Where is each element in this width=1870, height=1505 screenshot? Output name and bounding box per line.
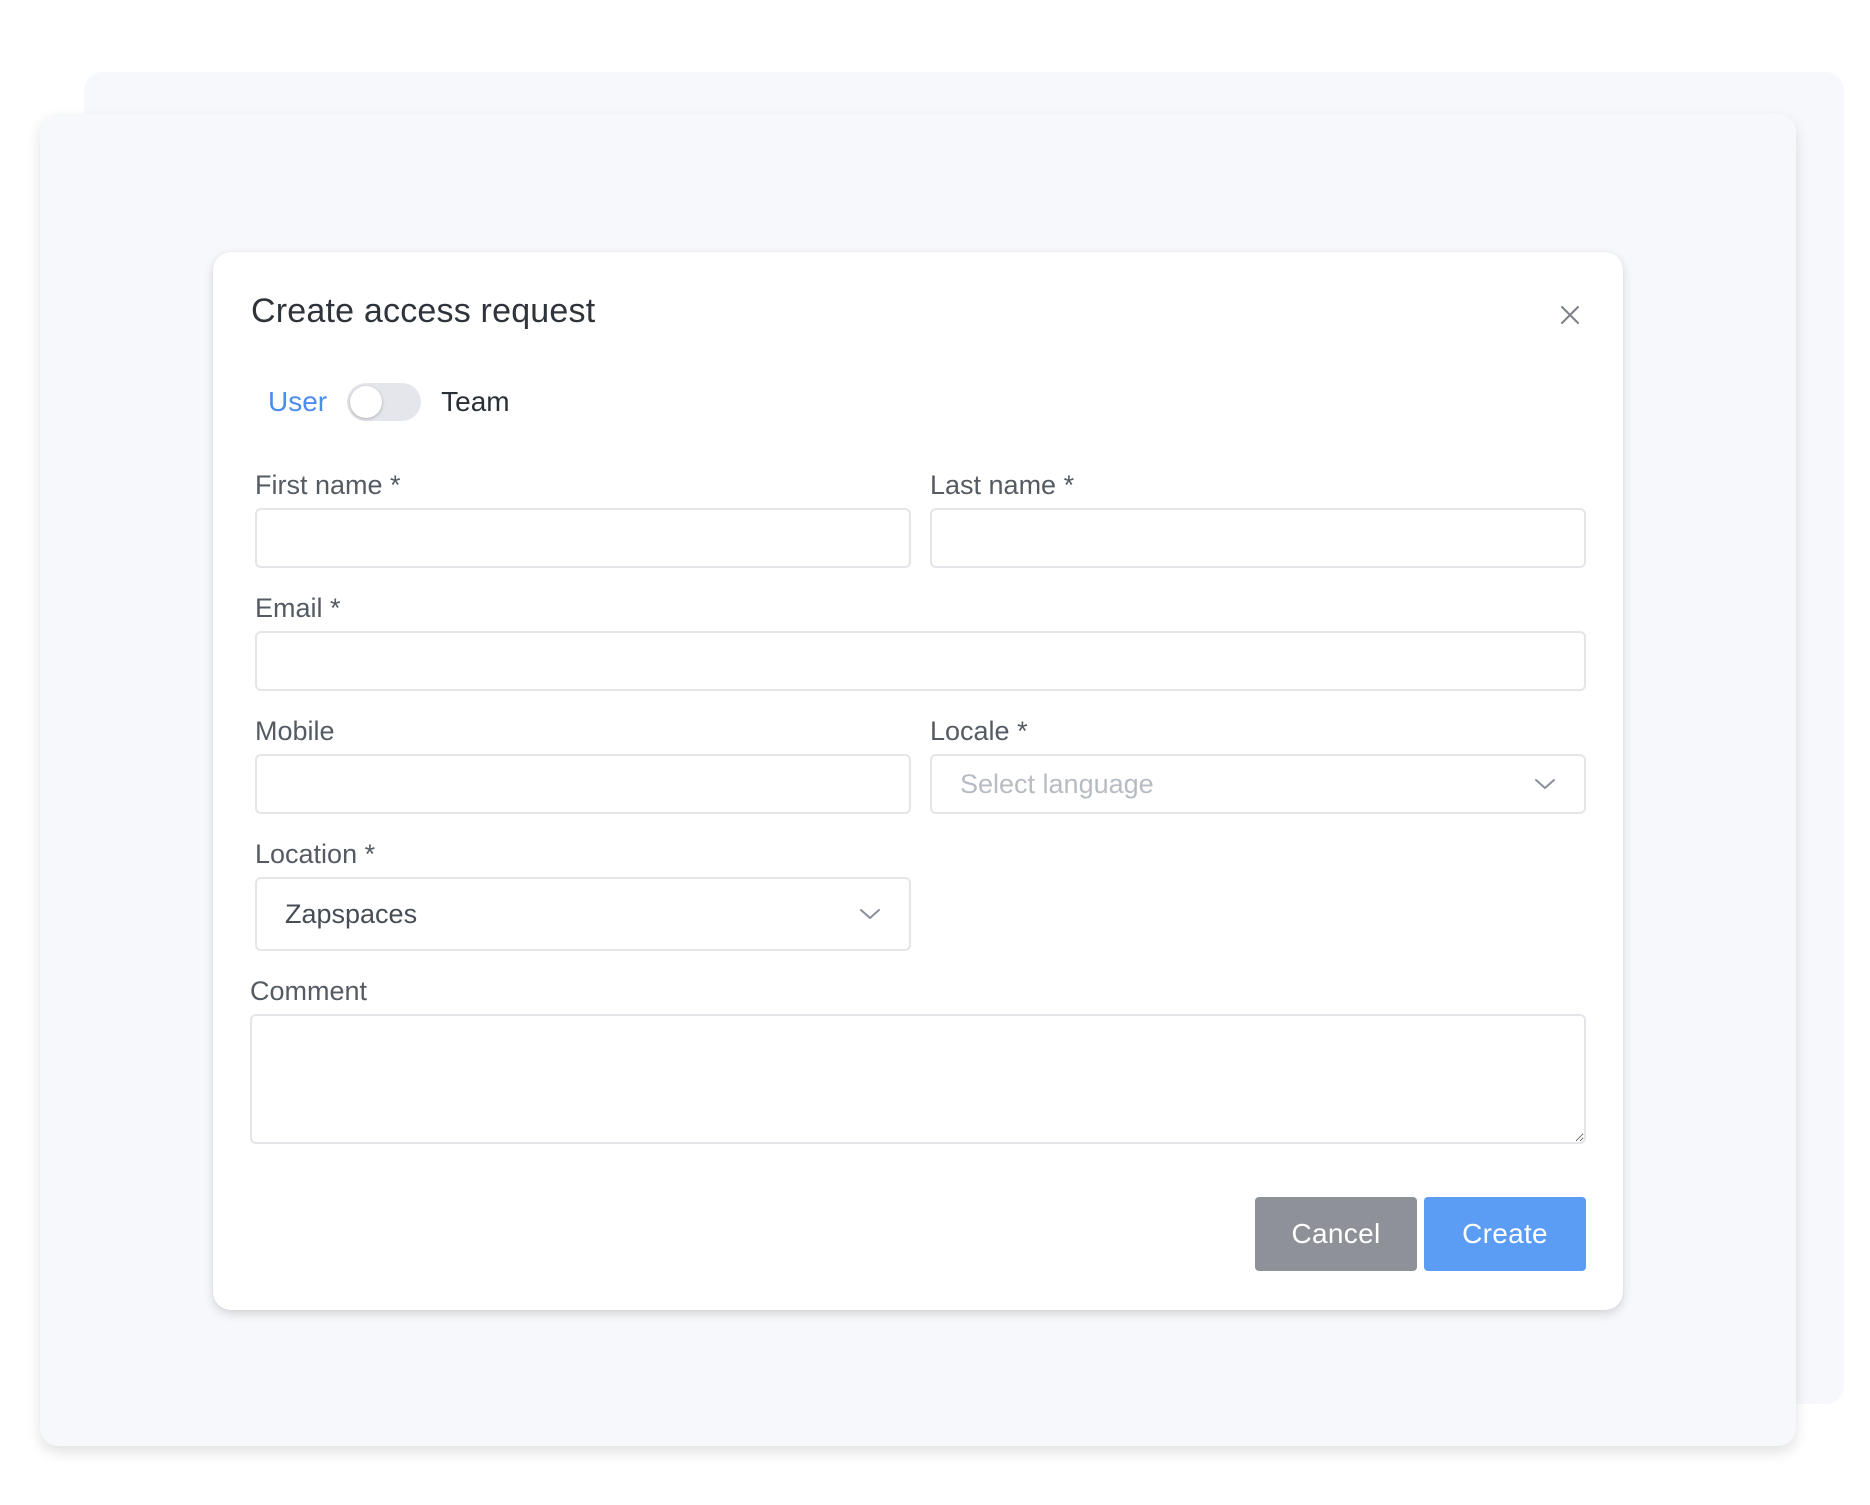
location-select[interactable]: Zapspaces [255, 877, 911, 951]
close-button[interactable] [1553, 298, 1587, 332]
locale-label: Locale * [930, 716, 1028, 746]
chevron-down-icon [1535, 779, 1555, 789]
toggle-label-user[interactable]: User [268, 386, 327, 418]
close-icon [1561, 306, 1579, 324]
mobile-field[interactable] [255, 754, 911, 814]
switch-knob [350, 386, 383, 418]
comment-label: Comment [250, 976, 368, 1006]
mobile-label: Mobile [255, 716, 335, 746]
location-value: Zapspaces [285, 898, 418, 929]
email-label: Email * [255, 593, 341, 623]
last-name-label: Last name * [930, 470, 1075, 500]
locale-select[interactable]: Select language [930, 754, 1586, 814]
toggle-label-team[interactable]: Team [441, 386, 509, 418]
create-button[interactable]: Create [1424, 1197, 1586, 1271]
cancel-button[interactable]: Cancel [1255, 1197, 1417, 1271]
user-team-toggle: User Team [268, 382, 510, 422]
user-team-switch[interactable] [347, 383, 422, 421]
chevron-down-icon [860, 909, 880, 919]
email-field[interactable] [255, 631, 1586, 691]
last-name-field[interactable] [930, 508, 1586, 568]
locale-placeholder: Select language [960, 768, 1154, 799]
first-name-label: First name * [255, 470, 401, 500]
first-name-field[interactable] [255, 508, 911, 568]
comment-textarea[interactable] [250, 1014, 1586, 1144]
dialog-title: Create access request [251, 292, 596, 330]
access-request-dialog: Create access request User Team First na… [213, 252, 1623, 1310]
location-label: Location * [255, 839, 376, 869]
